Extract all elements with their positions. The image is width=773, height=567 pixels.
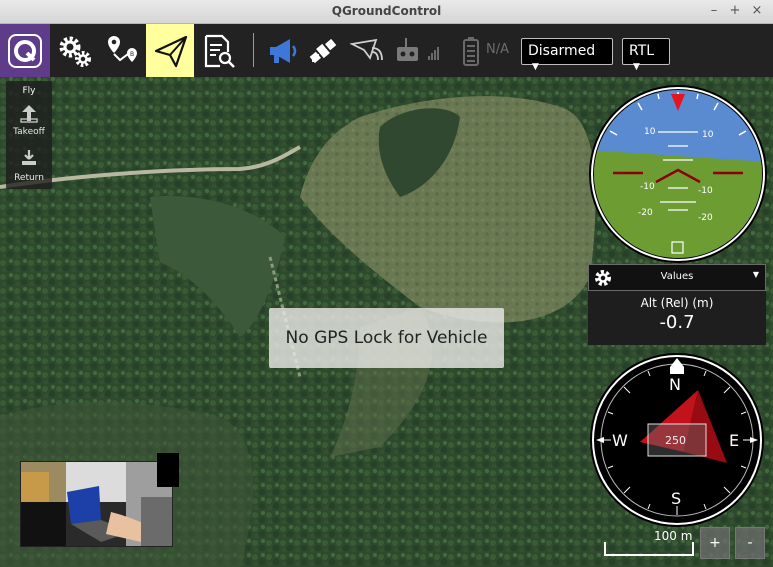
telemetry-plane-icon[interactable] xyxy=(350,38,384,64)
close-button[interactable]: × xyxy=(749,3,765,19)
compass-east: E xyxy=(729,431,739,450)
pitch-label: -10 xyxy=(698,186,713,196)
zoom-in-button[interactable]: + xyxy=(700,527,730,559)
pitch-label: -20 xyxy=(638,208,653,218)
pitch-label: -10 xyxy=(640,182,655,192)
chevron-down-icon: ▼ xyxy=(633,62,640,72)
video-feed[interactable] xyxy=(20,461,173,547)
battery-icon[interactable] xyxy=(462,36,480,66)
flight-mode-dropdown[interactable]: RTL ▼ xyxy=(622,38,670,72)
gps-warning-text: No GPS Lock for Vehicle xyxy=(285,328,488,348)
fly-panel-title: Fly xyxy=(22,86,36,96)
analyze-view-button[interactable] xyxy=(194,24,242,77)
altitude-value: -0.7 xyxy=(659,312,695,333)
gps-satellite-icon[interactable] xyxy=(308,36,338,66)
pitch-label: 10 xyxy=(702,130,714,140)
plan-view-button[interactable]: B xyxy=(98,24,146,77)
compass-north: N xyxy=(669,375,681,394)
video-frame xyxy=(21,462,172,546)
main-toolbar: B N/A Disarmed▼ RTL▼ xyxy=(0,24,773,77)
chevron-down-icon[interactable]: ▼ xyxy=(753,270,759,279)
compass-south: S xyxy=(671,489,681,508)
zoom-out-button[interactable]: - xyxy=(735,527,765,559)
gps-warning-message: No GPS Lock for Vehicle xyxy=(269,308,504,368)
armed-state-dropdown[interactable]: Disarmed ▼ xyxy=(521,38,613,72)
qgc-logo-button[interactable] xyxy=(0,24,50,77)
values-title: Values xyxy=(660,271,694,282)
fly-view-button[interactable] xyxy=(146,24,194,77)
return-icon[interactable] xyxy=(19,147,39,167)
battery-status-label: N/A xyxy=(486,42,509,57)
settings-gears-icon xyxy=(59,36,91,67)
plan-view-icon: B xyxy=(108,36,137,62)
compass-west: W xyxy=(612,431,628,450)
map-scale-label: 100 m xyxy=(654,529,693,543)
values-panel: Alt (Rel) (m) -0.7 xyxy=(588,291,766,345)
svg-text:B: B xyxy=(130,51,134,58)
compass: N S W E 250 xyxy=(590,353,764,527)
takeoff-icon[interactable] xyxy=(19,103,39,123)
settings-button[interactable] xyxy=(50,24,98,77)
chevron-down-icon: ▼ xyxy=(532,62,539,72)
rc-transmitter-icon[interactable] xyxy=(394,36,444,66)
fly-tools-panel: Fly Takeoff Return xyxy=(6,81,52,189)
fly-view-icon xyxy=(154,35,188,68)
title-bar: QGroundControl – + × xyxy=(0,0,773,24)
attitude-indicator: 10 10 -10 -10 -20 -20 xyxy=(589,85,767,263)
takeoff-label[interactable]: Takeoff xyxy=(6,127,52,137)
flight-mode-value: RTL xyxy=(629,43,655,59)
qgc-logo-icon xyxy=(8,34,42,68)
return-label[interactable]: Return xyxy=(6,173,52,183)
window-title: QGroundControl xyxy=(331,4,442,18)
armed-state-value: Disarmed xyxy=(528,43,596,59)
minimize-button[interactable]: – xyxy=(706,3,722,19)
maximize-button[interactable]: + xyxy=(727,3,743,19)
pitch-label: -20 xyxy=(698,213,713,223)
qgc-window: QGroundControl – + × B N/A Disarmed▼ RTL… xyxy=(0,0,773,567)
pitch-label: 10 xyxy=(644,127,656,137)
heading-value: 250 xyxy=(665,434,686,447)
video-side-panel xyxy=(157,453,179,487)
megaphone-icon[interactable] xyxy=(266,36,300,66)
altitude-label: Alt (Rel) (m) xyxy=(640,296,714,310)
toolbar-separator xyxy=(253,33,254,67)
analyze-view-icon xyxy=(204,34,235,68)
map-scale-bar xyxy=(604,542,694,556)
values-header[interactable]: Values ▼ xyxy=(588,264,766,291)
